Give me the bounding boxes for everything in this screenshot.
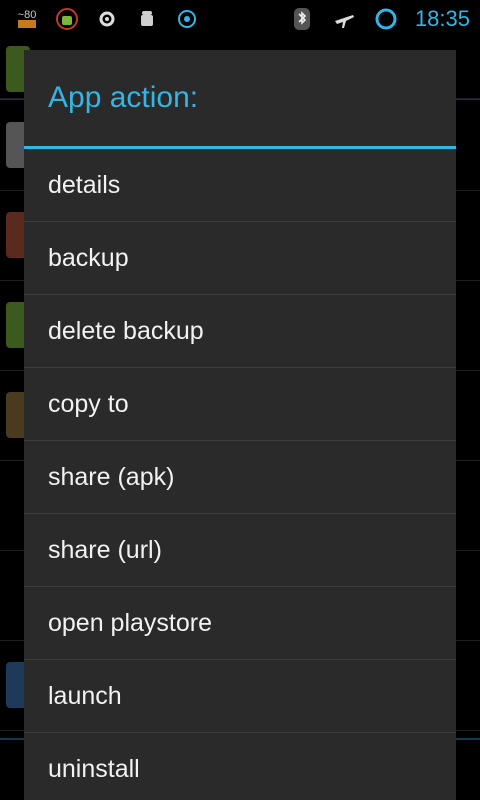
menu-item-share-apk[interactable]: share (apk) (24, 441, 456, 514)
menu-item-launch[interactable]: launch (24, 660, 456, 733)
signal-label: ~80 (17, 9, 37, 21)
sync-icon (174, 6, 200, 32)
settings-icon (94, 6, 120, 32)
menu-item-share-url[interactable]: share (url) (24, 514, 456, 587)
android-icon (54, 6, 80, 32)
menu-item-delete-backup[interactable]: delete backup (24, 295, 456, 368)
menu-item-uninstall[interactable]: uninstall (24, 733, 456, 800)
menu-item-backup[interactable]: backup (24, 222, 456, 295)
menu-item-open-playstore[interactable]: open playstore (24, 587, 456, 660)
storage-notification-icon: ~80 (14, 6, 40, 32)
dialog-title: App action: (48, 81, 199, 114)
clock: 18:35 (414, 6, 470, 31)
status-bar: ~80 18:35 (0, 0, 480, 38)
android-icon (134, 6, 160, 32)
loading-ring-icon (373, 6, 399, 32)
menu-item-copy-to[interactable]: copy to (24, 368, 456, 441)
airplane-mode-icon (331, 6, 357, 32)
bluetooth-icon (289, 6, 315, 32)
app-action-dialog: App action: details backup delete backup… (24, 50, 456, 800)
menu-item-details[interactable]: details (24, 149, 456, 222)
